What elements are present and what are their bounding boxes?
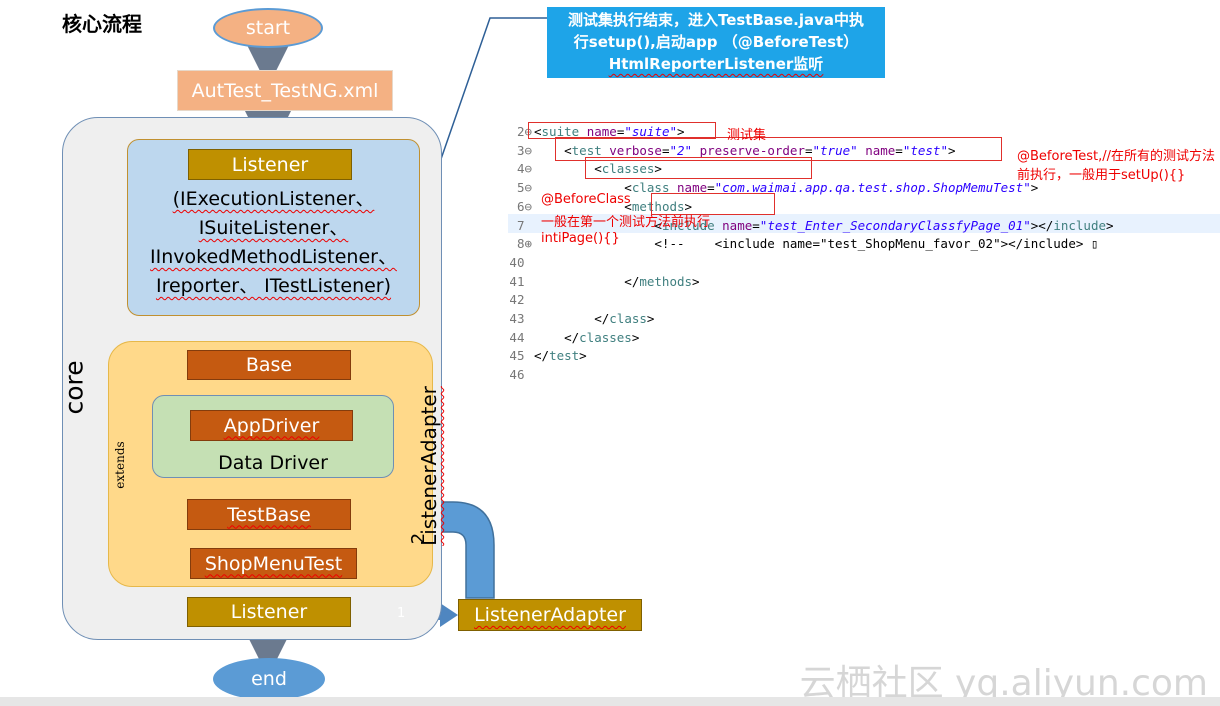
code-line: 41 </methods> <box>508 273 700 291</box>
before-class-note: 一般在第一个测试方法前执行 <box>541 215 711 230</box>
shop-menu-test-node: ShopMenuTest <box>190 548 357 579</box>
code-line: 46 <box>508 366 534 384</box>
bottom-strip <box>0 697 1220 706</box>
before-class-note: intiPage(){} <box>541 231 620 246</box>
code-token: include <box>1053 217 1106 233</box>
code-token: methods <box>639 273 693 289</box>
code-token: ></ <box>1030 217 1054 233</box>
listener-bottom-node: Listener <box>187 597 351 627</box>
code-token: classes <box>579 329 632 345</box>
listener-adapter-vertical-text: ListenerAdapter <box>417 386 441 546</box>
line-number: 3⊖ <box>516 142 532 158</box>
code-editor: 2⊖ <suite name="suite"> 3⊖ <test verbose="… <box>0 0 1220 382</box>
end-node: end <box>213 658 325 700</box>
code-token: > <box>631 329 640 345</box>
line-number: 46 <box>509 367 532 383</box>
line-number: 44 <box>509 329 532 345</box>
before-test-note: @BeforeTest,//在所有的测试方法 <box>1017 149 1215 164</box>
line-number: 41 <box>509 273 532 289</box>
line-number: 42 <box>509 292 532 308</box>
code-token: test <box>549 348 580 364</box>
code-token: "test_Enter_SecondaryClassfyPage_01" <box>759 217 1031 233</box>
code-token: </ <box>534 329 580 345</box>
data-driver-label: Data Driver <box>218 452 328 474</box>
line-number: 45 <box>509 348 532 364</box>
arrow-label-1: 1 <box>397 606 406 621</box>
code-token: class <box>609 311 647 326</box>
suite-note: 测试集 <box>727 128 767 143</box>
code-token: </ <box>534 273 640 289</box>
line-number: 7 <box>516 217 532 233</box>
app-driver-node: AppDriver <box>190 410 353 441</box>
code-token: </ <box>534 311 610 326</box>
line-number: 8⊕ <box>516 236 532 252</box>
code-line: 42 <box>508 291 534 309</box>
arrow-label-2: 2 <box>408 532 430 545</box>
before-test-note: 前执行，一般用于setUp(){} <box>1017 168 1186 183</box>
line-number: 5⊖ <box>516 180 532 196</box>
code-line: 40 <box>508 254 534 272</box>
line-number: 43 <box>509 311 532 326</box>
line-number: 4⊖ <box>516 161 532 177</box>
listener-adapter-node: ListenerAdapter <box>458 599 642 631</box>
classes-highlight-box <box>585 157 812 179</box>
line-number: 6⊖ <box>516 198 532 214</box>
line-number: 40 <box>509 254 532 270</box>
code-token: name <box>722 217 753 233</box>
code-line: 45 </test> <box>508 347 587 365</box>
code-line: 44 </classes> <box>508 329 639 347</box>
code-token: > <box>692 273 700 289</box>
testbase-node: TestBase <box>187 499 351 530</box>
extends-label: extends <box>113 441 127 489</box>
code-token: > <box>579 348 587 364</box>
code-token: > <box>646 311 655 326</box>
code-token: = <box>752 217 760 233</box>
code-token: > <box>1106 217 1114 233</box>
before-class-note: @BeforeClass <box>541 192 631 207</box>
code-token: </ <box>534 348 550 364</box>
code-line: 43 </class> <box>508 310 654 328</box>
